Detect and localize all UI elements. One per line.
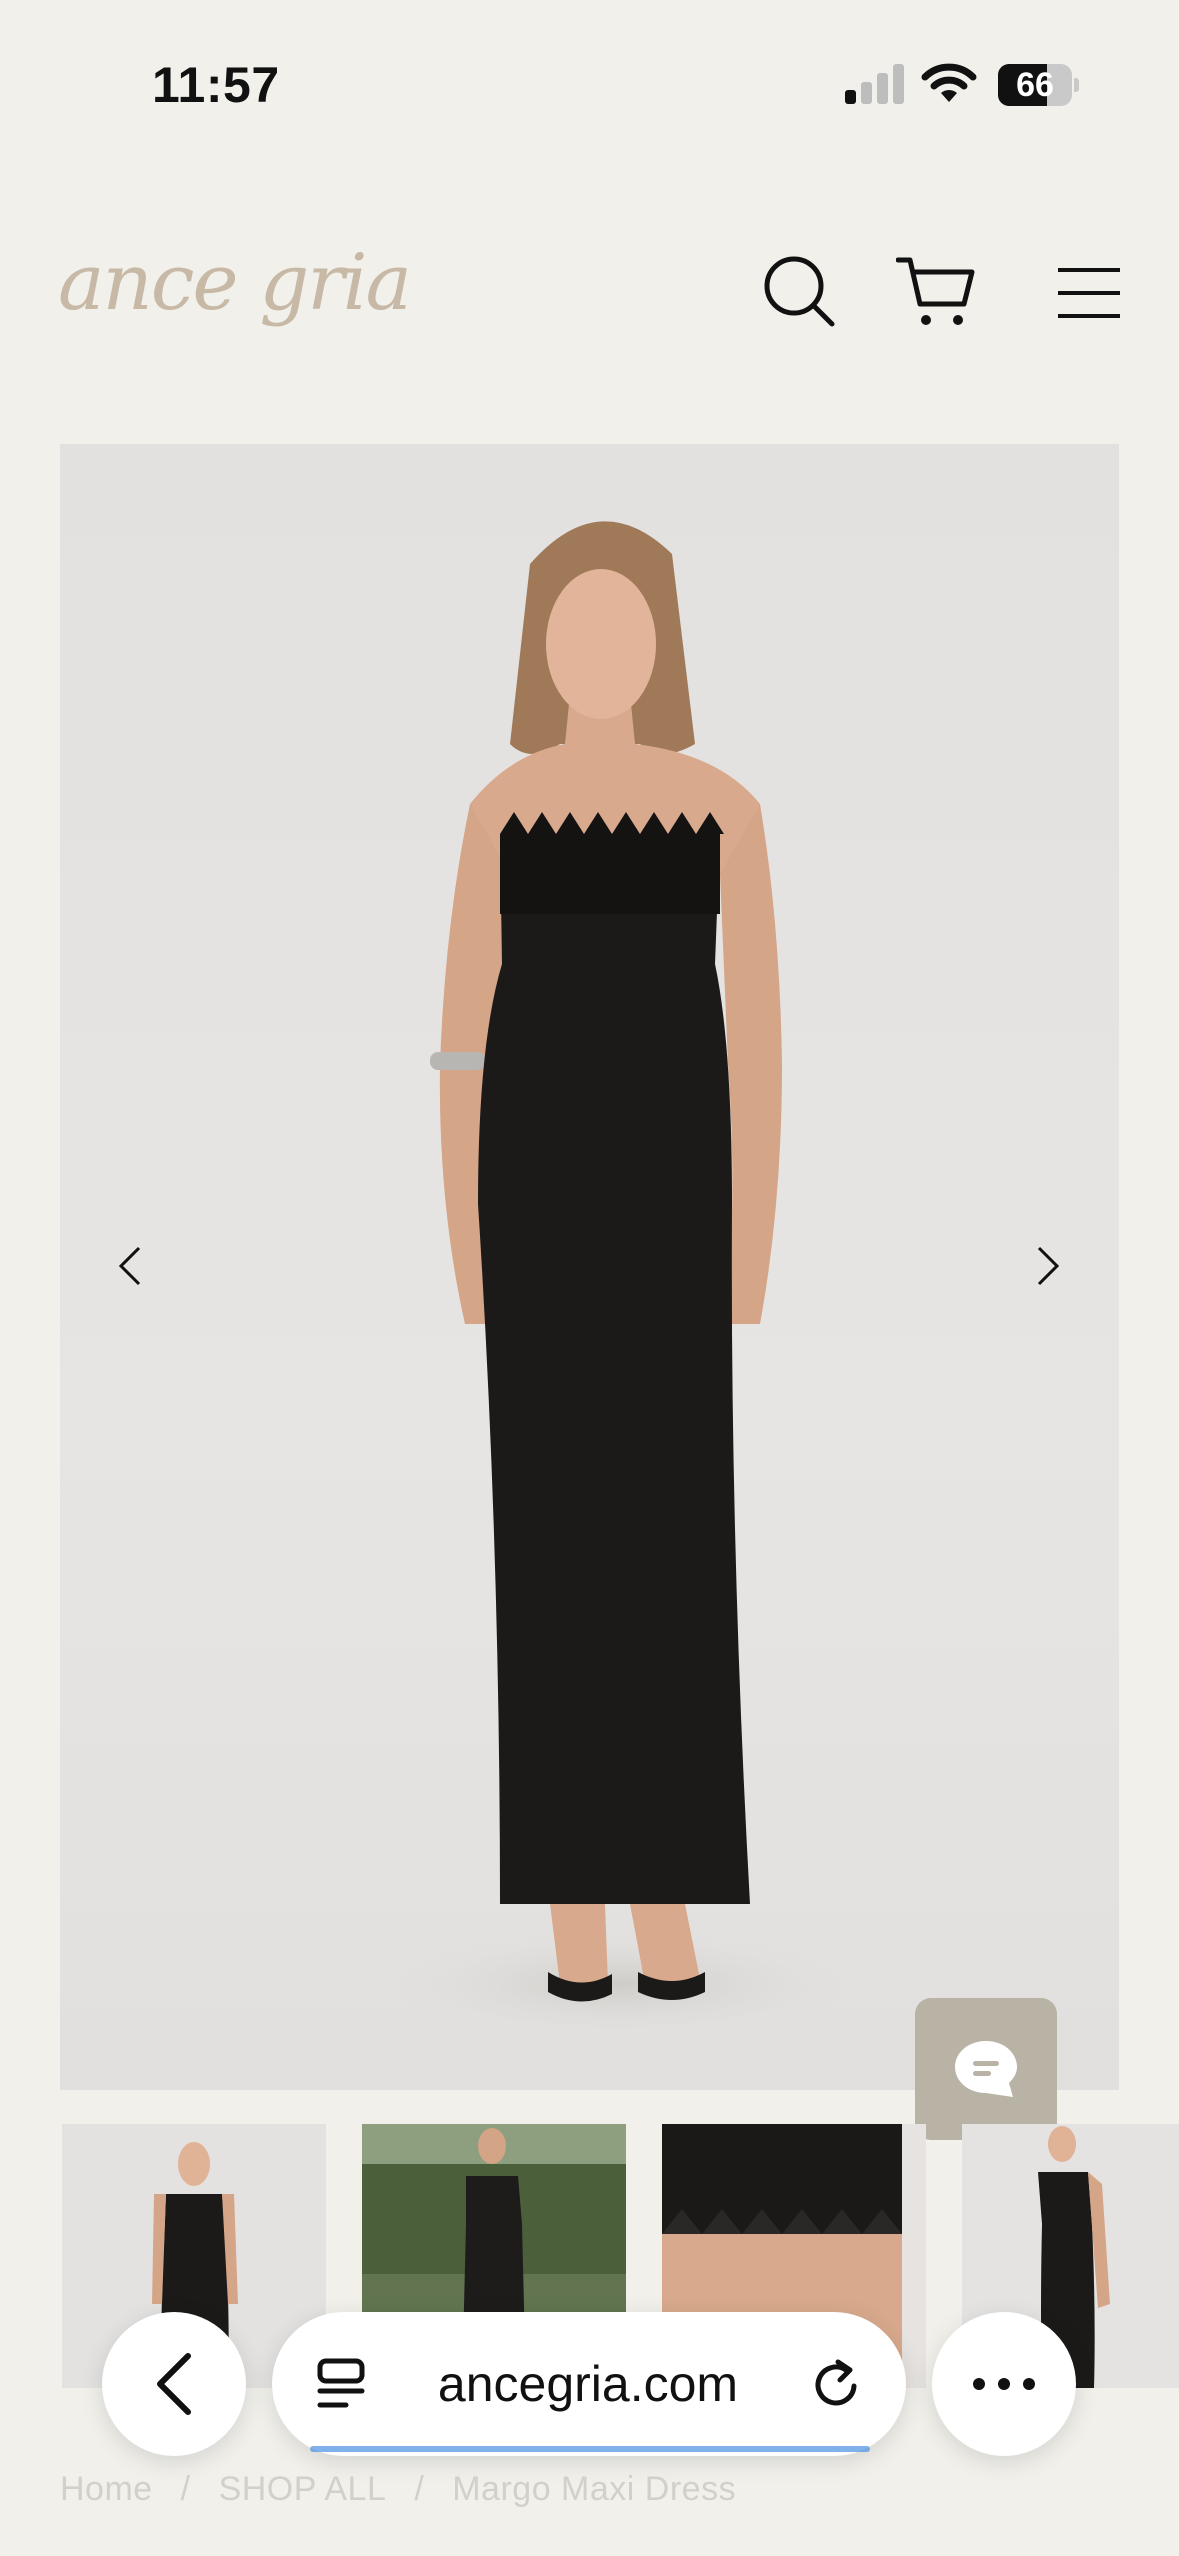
breadcrumb-category[interactable]: SHOP ALL	[219, 2470, 387, 2508]
more-dots-icon	[973, 2378, 1035, 2390]
page-load-progress	[310, 2446, 870, 2452]
battery-icon: 66	[998, 64, 1079, 106]
product-main-image[interactable]	[60, 444, 1119, 2090]
breadcrumb: Home / SHOP ALL / Margo Maxi Dress	[60, 2470, 754, 2509]
browser-address-bar[interactable]: ancegria.com	[272, 2312, 906, 2456]
model-figure	[360, 521, 880, 2044]
url-text[interactable]: ancegria.com	[438, 2355, 738, 2413]
breadcrumb-current: Margo Maxi Dress	[452, 2470, 737, 2508]
search-icon[interactable]	[762, 254, 836, 328]
chevron-left-icon	[118, 1246, 141, 1286]
browser-more-button[interactable]	[932, 2312, 1076, 2456]
status-time: 11:57	[152, 57, 280, 113]
gallery-next-arrow[interactable]	[1018, 1236, 1078, 1296]
wifi-icon	[921, 63, 977, 102]
breadcrumb-separator: /	[414, 2470, 425, 2508]
battery-level: 66	[1016, 66, 1054, 104]
cart-icon[interactable]	[896, 254, 976, 330]
cellular-signal-icon	[845, 60, 905, 104]
browser-back-button[interactable]	[102, 2312, 246, 2456]
chat-bubble-icon	[955, 2041, 1017, 2097]
chat-button[interactable]	[915, 1998, 1057, 2140]
breadcrumb-home[interactable]: Home	[60, 2470, 153, 2508]
reader-tabs-icon[interactable]	[316, 2357, 366, 2411]
chevron-left-icon	[157, 2353, 191, 2415]
reload-icon[interactable]	[810, 2358, 862, 2410]
gallery-prev-arrow[interactable]	[100, 1236, 160, 1296]
menu-icon[interactable]	[1056, 266, 1122, 320]
brand-logo[interactable]: ance gria	[58, 238, 412, 328]
chevron-right-icon	[1037, 1246, 1060, 1286]
breadcrumb-separator: /	[180, 2470, 191, 2508]
